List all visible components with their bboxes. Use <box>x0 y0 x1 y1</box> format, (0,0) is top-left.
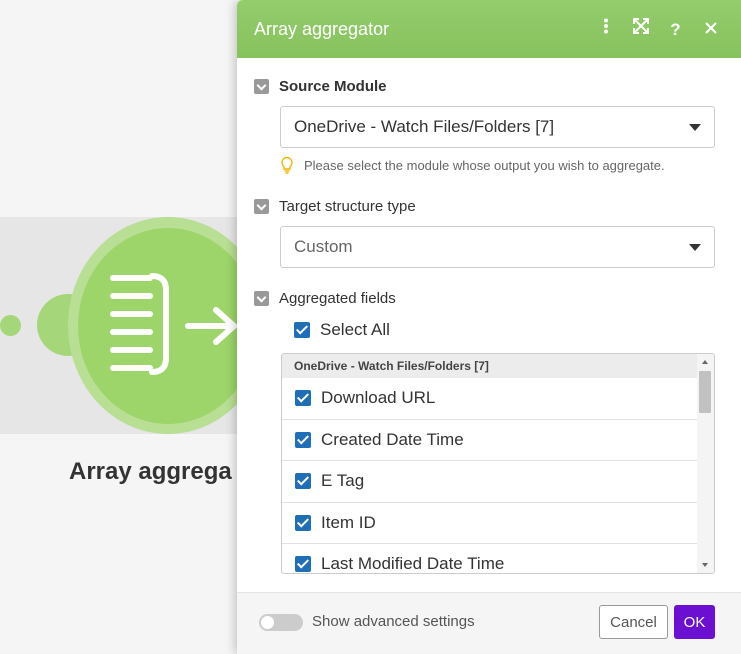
fields-scrollbar[interactable] <box>697 354 714 573</box>
fields-group-header: OneDrive - Watch Files/Folders [7] <box>282 354 714 378</box>
field-checkbox[interactable] <box>295 390 311 407</box>
source-module-section-header[interactable]: Source Module <box>254 78 387 95</box>
field-row-e-tag[interactable]: E Tag <box>282 461 698 503</box>
scrollbar-thumb[interactable] <box>699 371 711 413</box>
header-actions: ? <box>597 18 719 41</box>
field-label: Created Date Time <box>321 429 464 449</box>
select-all-label: Select All <box>320 320 390 339</box>
scroll-up-icon[interactable] <box>702 360 708 364</box>
target-structure-select[interactable]: Custom <box>280 226 715 268</box>
panel-header: Array aggregator ? <box>237 0 741 58</box>
collapse-chevron-icon[interactable] <box>254 291 269 306</box>
aggregated-fields-list: OneDrive - Watch Files/Folders [7] Downl… <box>281 353 715 574</box>
cancel-button[interactable]: Cancel <box>599 605 668 639</box>
scroll-down-icon[interactable] <box>702 563 708 567</box>
field-label: Item ID <box>321 512 376 532</box>
expand-icon[interactable] <box>632 18 649 41</box>
close-icon[interactable] <box>702 19 719 41</box>
chevron-down-icon <box>689 124 701 131</box>
source-module-label: Source Module <box>279 78 387 95</box>
ok-button[interactable]: OK <box>674 605 715 639</box>
connector-dot-small <box>0 315 21 336</box>
aggregated-fields-label: Aggregated fields <box>279 290 396 307</box>
collapse-chevron-icon[interactable] <box>254 199 269 214</box>
help-icon[interactable]: ? <box>667 19 684 41</box>
module-settings-panel: Array aggregator ? Source Module OneDriv… <box>237 0 741 654</box>
target-structure-value: Custom <box>294 237 353 256</box>
field-checkbox[interactable] <box>295 556 311 573</box>
target-structure-label: Target structure type <box>279 198 416 215</box>
field-label: Download URL <box>321 388 436 408</box>
field-row-created-date-time[interactable]: Created Date Time <box>282 420 698 461</box>
source-module-select[interactable]: OneDrive - Watch Files/Folders [7] <box>280 106 715 148</box>
field-label: E Tag <box>321 471 365 491</box>
select-all-checkbox[interactable] <box>294 322 310 338</box>
chevron-down-icon <box>689 244 701 251</box>
hint-text: Please select the module whose output yo… <box>304 157 665 173</box>
select-all-checkbox-row[interactable]: Select All <box>294 320 390 340</box>
panel-footer: Show advanced settings Cancel OK <box>237 592 741 654</box>
panel-title: Array aggregator <box>254 18 390 39</box>
aggregated-fields-section-header[interactable]: Aggregated fields <box>254 290 396 307</box>
advanced-settings-toggle[interactable] <box>259 614 303 631</box>
advanced-settings-label: Show advanced settings <box>312 613 475 630</box>
field-label: Last Modified Date Time <box>321 554 505 574</box>
field-row-last-modified-date-time[interactable]: Last Modified Date Time <box>282 544 698 574</box>
collapse-chevron-icon[interactable] <box>254 79 269 94</box>
more-vert-icon[interactable] <box>597 18 614 41</box>
source-module-value: OneDrive - Watch Files/Folders [7] <box>294 117 555 136</box>
lightbulb-icon <box>281 156 293 174</box>
target-structure-section-header[interactable]: Target structure type <box>254 198 416 215</box>
field-checkbox[interactable] <box>295 431 311 448</box>
field-row-item-id[interactable]: Item ID <box>282 503 698 544</box>
source-module-hint: Please select the module whose output yo… <box>280 156 665 174</box>
module-label: Array aggrega <box>69 458 232 485</box>
field-checkbox[interactable] <box>295 514 311 531</box>
array-aggregator-icon <box>110 273 239 375</box>
field-checkbox[interactable] <box>295 473 311 490</box>
field-row-download-url[interactable]: Download URL <box>282 378 698 420</box>
